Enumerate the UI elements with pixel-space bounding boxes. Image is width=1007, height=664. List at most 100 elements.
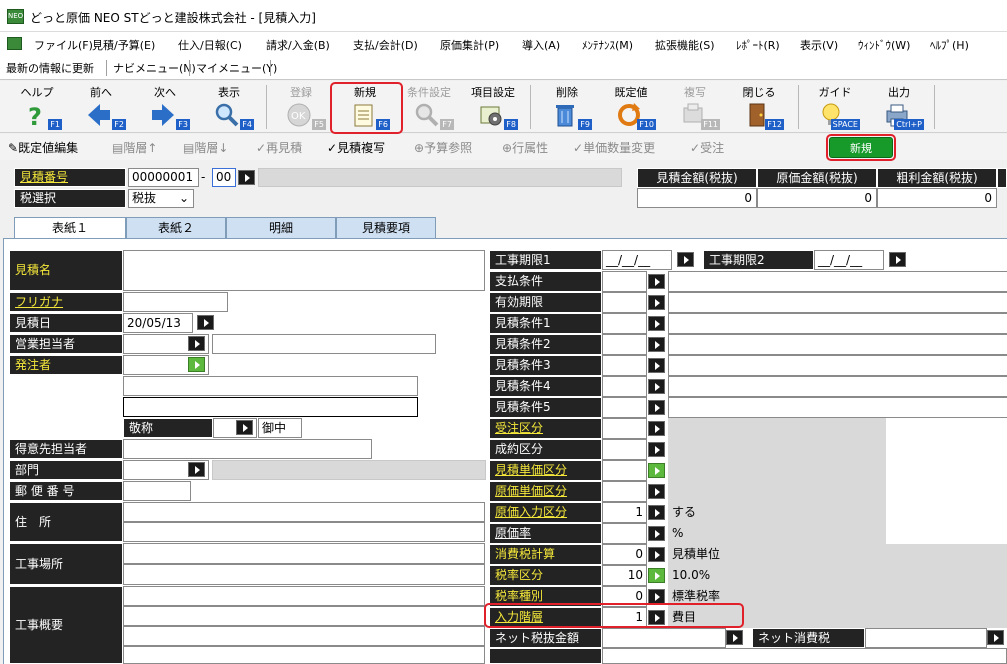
condition-lookup-button[interactable] <box>648 295 665 310</box>
date-picker-button[interactable] <box>197 315 214 330</box>
period1-picker-button[interactable] <box>677 252 694 267</box>
menu-view[interactable]: 表示(V) <box>800 37 838 53</box>
condition-lookup-button[interactable] <box>648 442 665 457</box>
register-button[interactable]: 登録 OK F5 <box>270 83 332 131</box>
condition-lookup-button[interactable] <box>648 526 665 541</box>
row-attr-button[interactable]: ⊕行属性 <box>502 139 548 156</box>
condition-code-input[interactable] <box>602 292 647 313</box>
condition-code-input[interactable] <box>602 376 647 397</box>
site-line1[interactable] <box>123 543 485 564</box>
orderer-name2[interactable] <box>123 397 418 417</box>
condition-lookup-button[interactable] <box>648 274 665 289</box>
menu-extension[interactable]: 拡張機能(S) <box>655 37 715 53</box>
condition-lookup-button[interactable] <box>648 484 665 499</box>
overview-line3[interactable] <box>123 626 485 646</box>
orderer-name1[interactable] <box>123 376 418 396</box>
condition-lookup-button[interactable] <box>648 379 665 394</box>
condition-lookup-button[interactable] <box>648 589 665 604</box>
default-button[interactable]: 既定値 F10 <box>600 83 662 131</box>
overview-line4[interactable] <box>123 646 485 664</box>
condition-code-input[interactable]: 1 <box>602 502 647 523</box>
condition-lookup-button[interactable] <box>648 316 665 331</box>
price-qty-button[interactable]: ✓単価数量変更 <box>573 139 655 156</box>
budget-ref-button[interactable]: ⊕予算参照 <box>414 139 472 156</box>
copy-button[interactable]: 複写 F11 <box>664 83 726 131</box>
edit-defaults-button[interactable]: ✎既定値編集 <box>8 139 78 156</box>
estimate-name-input[interactable] <box>123 250 485 291</box>
condition-lookup-button[interactable] <box>648 505 665 520</box>
estimate-date-input[interactable]: 20/05/13 <box>123 313 193 333</box>
sales-rep-name[interactable] <box>212 334 436 354</box>
menu-purchase[interactable]: 仕入/日報(C) <box>178 37 242 53</box>
period2-input[interactable]: __/__/__ <box>814 250 884 270</box>
honorific-lookup-button[interactable] <box>236 420 253 435</box>
menu-estimate[interactable]: 見積/予算(E) <box>92 37 155 53</box>
net-amount-input[interactable] <box>602 628 726 648</box>
sales-rep-lookup-button[interactable] <box>188 336 205 351</box>
my-menu-link[interactable]: マイメニュー(Y) <box>196 60 277 76</box>
menu-payment[interactable]: 支払/会計(D) <box>353 37 418 53</box>
condition-lookup-button[interactable] <box>648 547 665 562</box>
condition-lookup-button[interactable] <box>648 421 665 436</box>
estimate-copy-button[interactable]: ✓見積複写 <box>327 139 385 156</box>
branch-lookup-button[interactable] <box>238 170 255 185</box>
extra-input[interactable] <box>602 648 1007 664</box>
tab-cover1[interactable]: 表紙１ <box>14 217 126 240</box>
address-line2[interactable] <box>123 522 485 542</box>
condition-code-input[interactable] <box>602 460 647 481</box>
condition-code-input[interactable]: 10 <box>602 565 647 586</box>
net-tax-lookup-button[interactable] <box>987 630 1004 645</box>
view-button[interactable]: 表示 F4 <box>198 83 260 131</box>
close-button[interactable]: 閉じる F12 <box>728 83 790 131</box>
condition-lookup-button[interactable] <box>648 337 665 352</box>
guide-button[interactable]: ガイド SPACE <box>804 83 866 131</box>
condition-code-input[interactable] <box>602 313 647 334</box>
overview-line1[interactable] <box>123 586 485 606</box>
navi-menu-link[interactable]: ナビメニュー(N) <box>113 60 196 76</box>
menu-setup[interactable]: 導入(A) <box>522 37 560 53</box>
tax-select[interactable]: 税抜 ⌄ <box>128 189 194 208</box>
delete-button[interactable]: 削除 F9 <box>536 83 598 131</box>
condition-code-input[interactable]: 0 <box>602 544 647 565</box>
period1-input[interactable]: __/__/__ <box>602 250 672 270</box>
net-amount-lookup-button[interactable] <box>726 630 743 645</box>
output-button[interactable]: 出力 Ctrl+P <box>868 83 930 131</box>
condition-code-input[interactable] <box>602 334 647 355</box>
menu-window[interactable]: ｳｨﾝﾄﾞｳ(W) <box>858 37 910 53</box>
condition-lookup-button[interactable] <box>648 400 665 415</box>
condition-code-input[interactable] <box>602 418 647 439</box>
menu-report[interactable]: ﾚﾎﾟｰﾄ(R) <box>736 37 780 53</box>
tab-cover2[interactable]: 表紙２ <box>126 217 226 239</box>
menu-maintenance[interactable]: ﾒﾝﾃﾅﾝｽ(M) <box>582 37 633 53</box>
condition-code-input[interactable] <box>602 355 647 376</box>
menu-help[interactable]: ﾍﾙﾌﾟ(H) <box>930 37 969 53</box>
condition-lookup-button[interactable] <box>648 463 665 478</box>
kana-input[interactable] <box>123 292 228 312</box>
condition-button[interactable]: 条件設定 F7 <box>398 83 460 131</box>
condition-code-input[interactable] <box>602 397 647 418</box>
prev-button[interactable]: 前へ F2 <box>70 83 132 131</box>
period2-picker-button[interactable] <box>889 252 906 267</box>
menu-billing[interactable]: 請求/入金(B) <box>266 37 330 53</box>
menu-file[interactable]: ファイル(F) <box>34 37 93 53</box>
level-up-button[interactable]: ▤階層↑ <box>112 139 157 156</box>
condition-code-input[interactable] <box>602 439 647 460</box>
tab-details[interactable]: 明細 <box>226 217 336 239</box>
condition-code-input[interactable] <box>602 271 647 292</box>
honorific-value[interactable]: 御中 <box>258 418 302 438</box>
order-button[interactable]: ✓受注 <box>690 139 724 156</box>
client-rep-input[interactable] <box>123 439 372 459</box>
overview-line2[interactable] <box>123 606 485 626</box>
menu-app-icon[interactable] <box>7 37 22 50</box>
next-button[interactable]: 次へ F3 <box>134 83 196 131</box>
level-down-button[interactable]: ▤階層↓ <box>183 139 228 156</box>
condition-lookup-button[interactable] <box>648 358 665 373</box>
help-button[interactable]: ヘルプ ? F1 <box>6 83 68 131</box>
menu-cost[interactable]: 原価集計(P) <box>440 37 499 53</box>
branch-no-input[interactable]: 00 <box>212 168 236 187</box>
condition-code-input[interactable] <box>602 481 647 502</box>
tab-requirements[interactable]: 見積要項 <box>336 217 436 239</box>
net-tax-input[interactable] <box>865 628 987 648</box>
orderer-lookup-button[interactable] <box>188 357 205 372</box>
condition-lookup-button[interactable] <box>648 568 665 583</box>
